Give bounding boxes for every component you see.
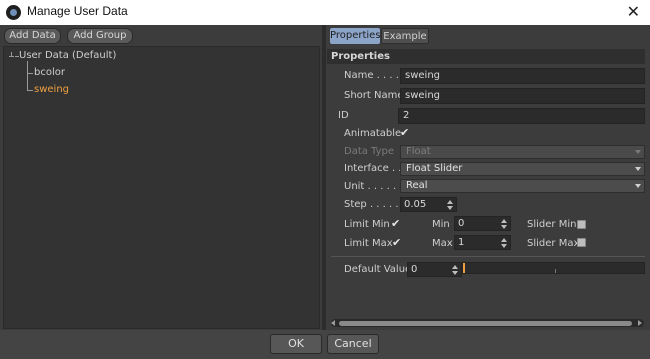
limit-max-label: Limit Max — [344, 238, 393, 249]
tab-properties[interactable]: Properties — [330, 28, 381, 44]
dialog-button-bar — [0, 330, 650, 359]
min-value: 0 — [458, 218, 465, 229]
data-type-label: Data Type — [344, 146, 395, 157]
step-value: 0.05 — [404, 199, 427, 210]
scrollbar-thumb[interactable] — [339, 321, 632, 326]
slider-min-label: Slider Min — [527, 219, 577, 230]
close-icon[interactable]: ✕ — [627, 2, 640, 22]
interface-label: Interface . . — [344, 163, 402, 174]
step-field[interactable]: 0.05 — [400, 197, 457, 212]
cinema4d-app-icon — [6, 5, 21, 20]
max-value: 1 — [458, 237, 465, 248]
unit-value: Real — [406, 180, 428, 191]
default-value-field[interactable]: 0 — [407, 262, 462, 277]
chevron-down-icon — [635, 150, 641, 154]
name-label: Name . . . . . — [344, 70, 406, 81]
scroll-right-icon[interactable] — [638, 320, 642, 326]
default-value-slider[interactable] — [462, 262, 645, 274]
slider-max-checkbox[interactable] — [577, 238, 586, 247]
tree-vertical-line — [27, 61, 28, 91]
id-label: ID — [338, 110, 349, 121]
max-label: Max — [432, 238, 453, 249]
interface-value: Float Slider — [406, 163, 463, 174]
properties-section-title: Properties — [331, 51, 390, 62]
unit-label: Unit . . . . . . — [344, 181, 403, 192]
chevron-down-icon — [635, 184, 641, 188]
tree-item-bcolor[interactable]: bcolor — [34, 67, 65, 78]
tree-expander-icon[interactable] — [9, 56, 14, 57]
max-field[interactable]: 1 — [454, 235, 511, 250]
animatable-label: Animatable — [344, 128, 402, 139]
limit-max-checkbox[interactable]: ✔ — [392, 236, 401, 249]
min-field[interactable]: 0 — [454, 216, 511, 231]
stepper-arrows-icon[interactable] — [501, 219, 507, 229]
default-value-label: Default Value — [344, 264, 412, 275]
data-type-dropdown[interactable]: Float — [400, 145, 645, 159]
limit-min-label: Limit Min — [344, 219, 390, 230]
tree-item-sweing[interactable]: sweing — [34, 84, 69, 95]
ok-button[interactable]: OK — [270, 334, 322, 354]
add-group-button[interactable]: Add Group — [67, 28, 133, 44]
window-title: Manage User Data — [27, 4, 128, 18]
slider-min-checkbox[interactable] — [577, 220, 586, 229]
short-name-field[interactable]: sweing — [400, 88, 645, 104]
add-data-button[interactable]: Add Data — [4, 28, 61, 44]
tab-example[interactable]: Example — [381, 28, 429, 44]
id-field[interactable]: 2 — [398, 108, 645, 124]
data-type-value: Float — [406, 146, 431, 157]
chevron-down-icon — [635, 167, 641, 171]
tree-root-label[interactable]: User Data (Default) — [19, 50, 116, 61]
stepper-arrows-icon[interactable] — [452, 265, 458, 275]
short-name-label: Short Name — [344, 90, 404, 101]
slider-max-label: Slider Max — [527, 238, 580, 249]
tree-connector — [27, 90, 33, 91]
panel-splitter[interactable] — [322, 25, 326, 330]
default-value: 0 — [411, 264, 418, 275]
slider-midpoint-tick — [555, 269, 556, 273]
stepper-arrows-icon[interactable] — [501, 238, 507, 248]
interface-dropdown[interactable]: Float Slider — [400, 162, 645, 176]
stepper-arrows-icon[interactable] — [447, 200, 453, 210]
unit-dropdown[interactable]: Real — [400, 179, 645, 193]
scroll-left-icon[interactable] — [331, 320, 335, 326]
section-divider — [331, 256, 645, 257]
tree-connector — [27, 73, 33, 74]
step-label: Step . . . . . . — [344, 199, 405, 210]
min-label: Min — [432, 219, 450, 230]
cancel-button[interactable]: Cancel — [327, 334, 379, 354]
animatable-checkbox[interactable]: ✔ — [400, 126, 409, 139]
slider-handle[interactable] — [463, 263, 465, 273]
name-field[interactable]: sweing — [400, 68, 645, 84]
limit-min-checkbox[interactable]: ✔ — [391, 217, 400, 230]
